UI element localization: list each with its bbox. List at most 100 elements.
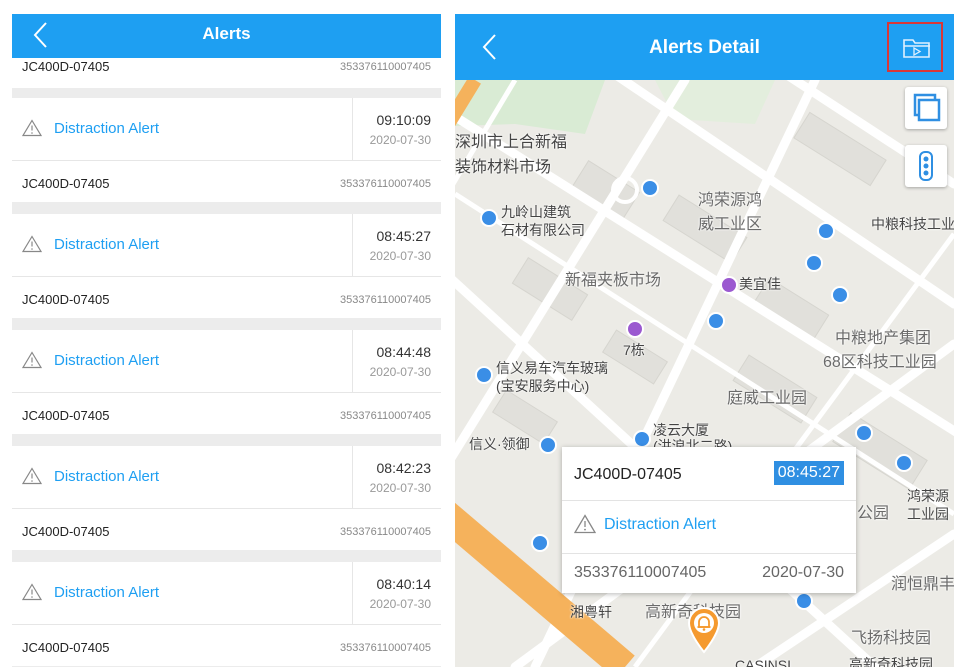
list-item-partial[interactable]: JC400D-07405 353376110007405	[12, 58, 441, 88]
poi-marker[interactable]	[805, 254, 823, 272]
warning-triangle-icon	[574, 514, 596, 534]
map-label: 威工业区	[698, 216, 763, 233]
poi-marker[interactable]	[831, 286, 849, 304]
device-name: JC400D-07405	[22, 292, 110, 307]
alert-type: Distraction Alert	[54, 584, 160, 601]
bell-marker-icon[interactable]	[687, 606, 721, 654]
divider	[562, 553, 856, 554]
device-name: JC400D-07405	[22, 640, 110, 655]
alert-list-item[interactable]: Distraction Alert 09:10:09 2020-07-30 JC400…	[12, 98, 441, 202]
page-title: Alerts	[202, 24, 251, 43]
alert-detail-screen: 深圳市上合新福 装饰材料市场 鸿荣源鸿 威工业区 九岭山建筑 石材有限公司 中粮…	[455, 14, 954, 667]
map-label: 信义·领御	[469, 436, 530, 452]
map-label: 庭威工业园	[727, 390, 808, 407]
map-label: 美宜佳	[739, 276, 781, 292]
alert-date: 2020-07-30	[369, 133, 431, 147]
device-imei: 353376110007405	[574, 564, 707, 581]
map-label: 石材有限公司	[501, 222, 585, 238]
map-label: 中粮科技工业	[871, 216, 954, 232]
device-name: JC400D-07405	[22, 408, 110, 423]
alert-row[interactable]: Distraction Alert 08:45:27 2020-07-30	[12, 214, 441, 277]
map-label: 新福夹板市场	[565, 272, 662, 289]
poi-marker[interactable]	[855, 424, 873, 442]
traffic-light-icon	[919, 151, 933, 181]
divider	[352, 98, 353, 160]
poi-marker[interactable]	[531, 534, 549, 552]
alert-date: 2020-07-30	[369, 481, 431, 495]
map-label: 公园	[857, 505, 890, 522]
map-label: 九岭山建筑	[501, 204, 571, 220]
page-title: Alerts Detail	[649, 37, 760, 58]
map-label: (宝安服务中心)	[496, 378, 590, 394]
device-name: JC400D-07405	[22, 524, 110, 539]
map-label: 湘粤轩	[570, 604, 612, 620]
device-imei: 353376110007405	[340, 61, 431, 73]
warning-triangle-icon	[22, 351, 42, 369]
alert-type: Distraction Alert	[54, 468, 160, 485]
map-label: 中粮地产集团	[835, 330, 932, 347]
alert-row[interactable]: Distraction Alert 08:44:48 2020-07-30	[12, 330, 441, 393]
warning-triangle-icon	[22, 235, 42, 253]
map-label: 工业园	[907, 506, 949, 522]
alert-list-item[interactable]: Distraction Alert 08:42:23 2020-07-30 JC400…	[12, 446, 441, 550]
poi-marker[interactable]	[475, 366, 493, 384]
device-imei: 353376110007405	[340, 526, 431, 538]
map-label: CASINSI	[735, 657, 792, 667]
poi-marker[interactable]	[895, 454, 913, 472]
poi-marker[interactable]	[795, 592, 813, 610]
alert-type: Distraction Alert	[604, 516, 717, 533]
poi-marker[interactable]	[539, 436, 557, 454]
map-label: 信义易车汽车玻璃	[496, 360, 608, 376]
map-label: 鸿荣源鸿	[698, 192, 763, 209]
alert-list-item[interactable]: Distraction Alert 08:40:14 2020-07-30 JC400…	[12, 562, 441, 666]
divider	[352, 562, 353, 624]
alert-row[interactable]: Distraction Alert 09:10:09 2020-07-30	[12, 98, 441, 161]
divider	[352, 214, 353, 276]
alert-type: Distraction Alert	[54, 236, 160, 253]
alert-row[interactable]: Distraction Alert 08:40:14 2020-07-30	[12, 562, 441, 625]
alert-time: 08:40:14	[376, 576, 432, 592]
device-imei: 353376110007405	[340, 410, 431, 422]
device-name: JC400D-07405	[22, 59, 110, 74]
map-label: 68区科技工业园	[823, 354, 937, 371]
alert-type: Distraction Alert	[54, 352, 160, 369]
alert-type: Distraction Alert	[54, 120, 160, 137]
alert-list-item[interactable]: Distraction Alert 08:44:48 2020-07-30 JC400…	[12, 330, 441, 434]
warning-triangle-icon	[22, 583, 42, 601]
alert-date: 2020-07-30	[369, 365, 431, 379]
warning-triangle-icon	[22, 467, 42, 485]
divider	[352, 330, 353, 392]
poi-marker[interactable]	[641, 179, 659, 197]
alert-time: 08:44:48	[376, 344, 432, 360]
detail-header: Alerts Detail	[455, 14, 954, 80]
map-label: 飞扬科技园	[851, 630, 932, 647]
map-label: 鸿荣源	[907, 488, 949, 504]
warning-triangle-icon	[22, 119, 42, 137]
poi-marker[interactable]	[707, 312, 725, 330]
alert-row[interactable]: Distraction Alert 08:42:23 2020-07-30	[12, 446, 441, 509]
alerts-screen: Alerts JC400D-07405 353376110007405 Dist…	[12, 14, 441, 667]
poi-marker[interactable]	[480, 209, 498, 227]
alert-time: 09:10:09	[376, 112, 432, 128]
alert-info-popup[interactable]: JC400D-07405 08:45:27 Distraction Alert …	[562, 447, 856, 593]
layers-button[interactable]	[905, 87, 947, 129]
alert-date: 2020-07-30	[369, 597, 431, 611]
traffic-button[interactable]	[905, 145, 947, 187]
alert-list-item[interactable]: Distraction Alert 08:45:27 2020-07-30 JC400…	[12, 214, 441, 318]
map-label: 高新奇科技园	[849, 656, 933, 667]
layers-icon	[913, 93, 941, 122]
map-label: 润恒鼎丰	[891, 576, 954, 593]
alert-time: 08:45:27	[376, 228, 432, 244]
poi-marker[interactable]	[626, 320, 644, 338]
alert-date: 2020-07-30	[369, 249, 431, 263]
divider	[352, 446, 353, 508]
alert-date: 2020-07-30	[762, 564, 844, 581]
map-label: 装饰材料市场	[455, 159, 552, 176]
poi-marker[interactable]	[633, 430, 651, 448]
playback-folder-button[interactable]	[887, 22, 943, 72]
poi-marker[interactable]	[720, 276, 738, 294]
map-label: 7栋	[623, 342, 645, 358]
poi-marker[interactable]	[817, 222, 835, 240]
device-imei: 353376110007405	[340, 294, 431, 306]
map-label: 深圳市上合新福	[455, 134, 568, 151]
